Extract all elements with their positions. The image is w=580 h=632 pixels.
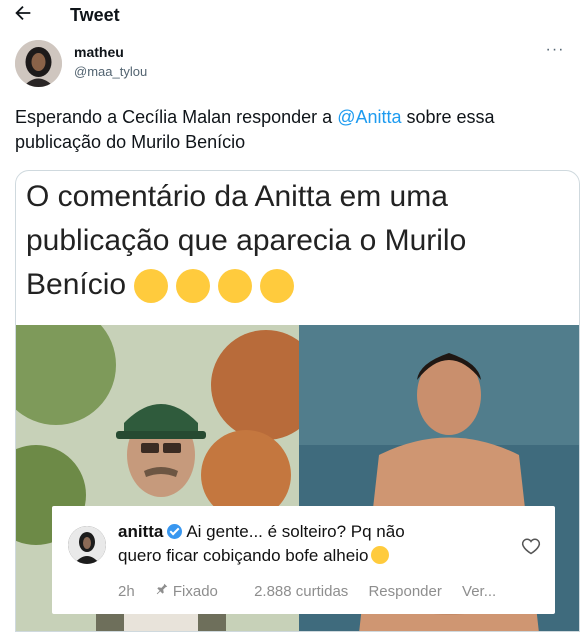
laughing-crying-emoji (134, 269, 169, 304)
laughing-crying-emoji (260, 269, 295, 304)
avatar-image (15, 40, 62, 87)
tweet-text-before: Esperando a Cecília Malan responder a (15, 107, 338, 127)
back-button[interactable] (12, 2, 38, 28)
pin-icon (156, 583, 168, 595)
crying-face-emoji (371, 546, 390, 564)
comment-text-2: quero ficar cobiçando bofe alheio (118, 546, 369, 565)
pinned-text: Fixado (172, 583, 218, 600)
page-title: Tweet (70, 5, 120, 25)
tweet-media[interactable]: O comentário da Anitta em uma publicação… (15, 170, 580, 632)
laughing-crying-emoji (218, 269, 253, 304)
avatar[interactable] (15, 40, 62, 87)
more-button[interactable]: ··· (542, 40, 568, 60)
comment-line-1: anitta Ai gente... é solteiro? Pq não (118, 522, 405, 542)
instagram-comment: anitta Ai gente... é solteiro? Pq não que… (52, 506, 555, 614)
commenter-avatar[interactable] (68, 526, 106, 564)
media-caption: O comentário da Anitta em uma publicação… (26, 175, 566, 307)
likes-count[interactable]: 2.888 curtidas (254, 583, 348, 600)
verified-badge-icon (167, 524, 183, 539)
top-bar: Tweet (0, 0, 580, 34)
more-horizontal-icon: ··· (545, 41, 565, 58)
comment-time: 2h (118, 583, 135, 600)
author-name[interactable]: matheu (74, 44, 124, 60)
heart-icon (521, 538, 541, 555)
comment-text-1: Ai gente... é solteiro? Pq não (186, 522, 405, 541)
tweet-author: matheu @maa_tylou ··· (0, 36, 580, 92)
caption-emojis (134, 269, 295, 304)
mention-link[interactable]: @Anitta (337, 107, 401, 127)
comment-meta: 2h Fixado 2.888 curtidas Responder Ver..… (118, 582, 512, 600)
pinned-label: Fixado (155, 583, 234, 600)
comment-line-2: quero ficar cobiçando bofe alheio (118, 546, 390, 566)
see-more-link[interactable]: Ver... (462, 583, 496, 600)
author-handle[interactable]: @maa_tylou (74, 64, 147, 79)
commenter-username[interactable]: anitta (118, 522, 163, 541)
reply-link[interactable]: Responder (368, 583, 441, 600)
arrow-left-icon (15, 5, 31, 21)
laughing-crying-emoji (176, 269, 211, 304)
like-button[interactable] (521, 536, 541, 556)
tweet-text: Esperando a Cecília Malan responder a @A… (15, 105, 570, 155)
